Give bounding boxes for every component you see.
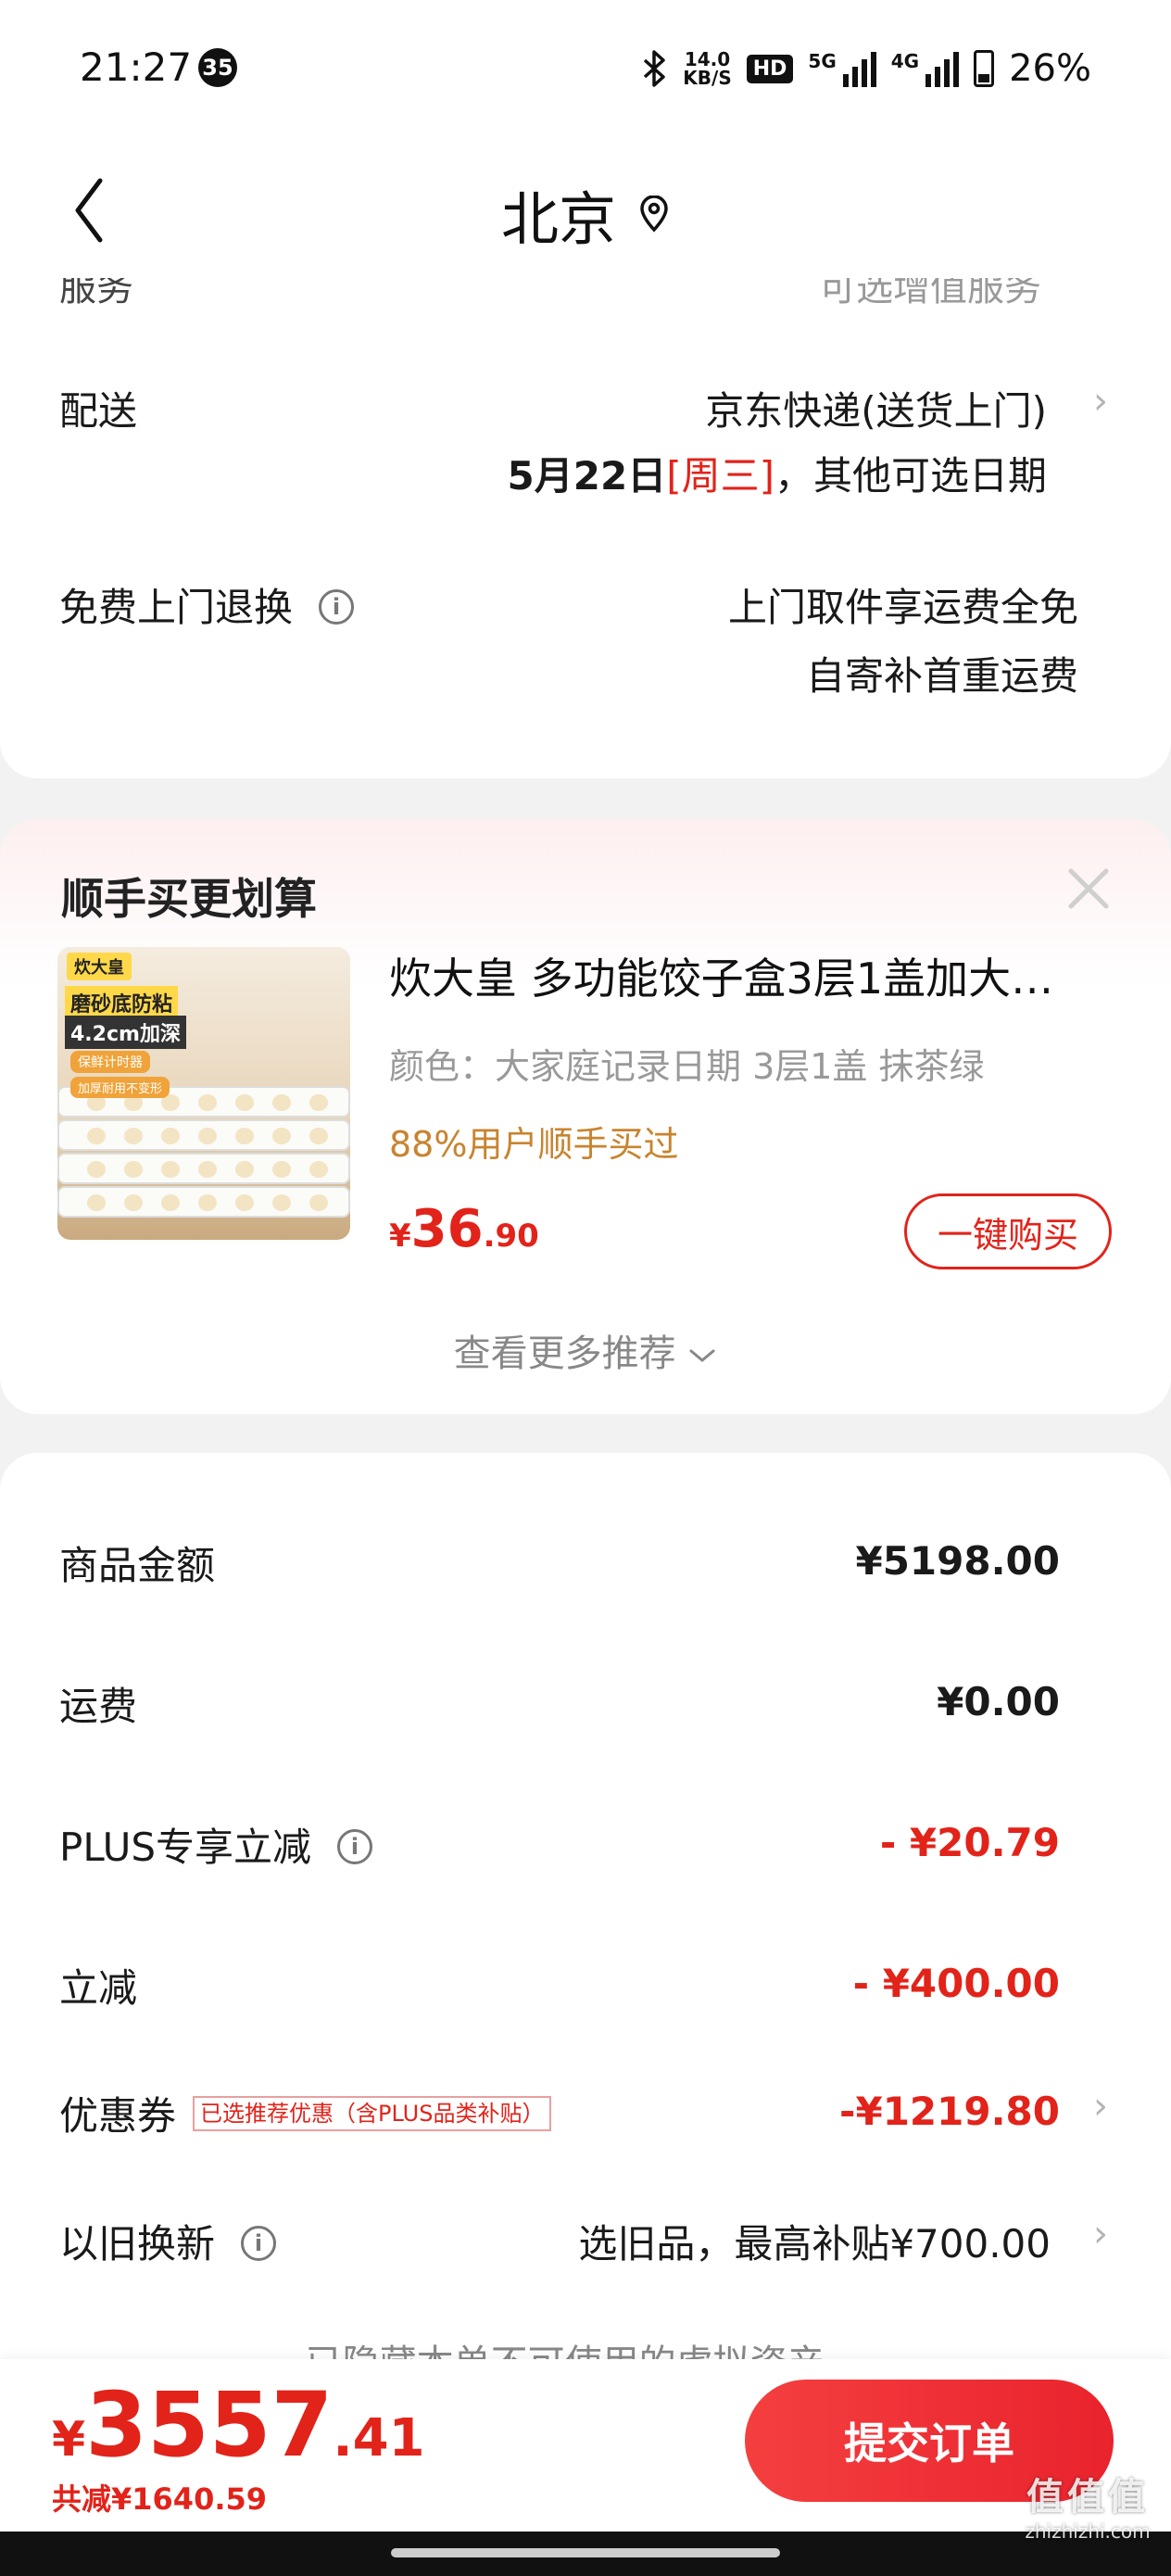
tradein-row: 以旧换新 i <box>59 2213 277 2269</box>
chevron-down-icon <box>689 1349 715 1362</box>
service-row-cut: 服务 可选增值服务 <box>59 278 1041 309</box>
one-click-buy-button[interactable]: 一键购买 <box>904 1193 1112 1269</box>
tradein-label: 以旧换新 <box>59 2221 216 2267</box>
instant-discount-label: 立减 <box>59 1965 138 2011</box>
goods-amount-label: 商品金额 <box>59 1543 216 1588</box>
return-label: 免费上门退换 <box>59 585 294 630</box>
shipping-weekday: [周三] <box>666 453 774 499</box>
more-recommend-link[interactable]: 查看更多推荐 <box>0 1323 1171 1377</box>
net-speed: 14.0 KB/S <box>683 48 732 89</box>
status-bar: 21:27 35 14.0 KB/S HD 5G 4G 26% <box>0 0 1171 139</box>
watermark-logo: 值值值 <box>1026 2476 1149 2519</box>
info-icon[interactable]: i <box>337 1828 373 1864</box>
watermark: 值值值 zhizhizhi.com <box>1014 2467 1162 2543</box>
tradein-value[interactable]: 选旧品，最高补贴¥700.00 <box>578 2213 1051 2269</box>
goods-amount-value: ¥5198.00 <box>855 1538 1060 1584</box>
notification-badge: 35 <box>198 48 237 87</box>
price-card: 商品金额 ¥5198.00 运费 ¥0.00 PLUS专享立减 i - ¥20.7… <box>0 1453 1171 2385</box>
image-text-1: 磨砂底防粘 <box>65 986 179 1019</box>
return-label-row: 免费上门退换 i <box>59 576 355 633</box>
coupon-label: 优惠券 <box>59 2093 177 2139</box>
return-line2: 自寄补首重运费 <box>805 653 1078 699</box>
total-price: ¥3557.41 <box>52 2373 425 2477</box>
recommend-title: 顺手买更划算 <box>61 874 317 924</box>
freight-label: 运费 <box>59 1684 138 1729</box>
signal-4g-icon: 4G <box>891 50 960 87</box>
checkout-bar: ¥3557.41 共减¥1640.59 提交订单 <box>0 2359 1171 2532</box>
signal-5g-icon: 5G <box>808 50 876 87</box>
status-icons: 14.0 KB/S HD 5G 4G 26% <box>642 41 1091 96</box>
image-text-2: 4.2cm加深 <box>65 1016 186 1049</box>
shipping-label: 配送 <box>59 388 138 434</box>
system-nav-bar <box>0 2532 1171 2576</box>
coupon-tag: 已选推荐优惠（含PLUS品类补贴） <box>193 2095 552 2131</box>
product-hint: 88%用户顺手买过 <box>389 1124 679 1165</box>
tradein-chevron-icon[interactable]: › <box>1093 2213 1108 2255</box>
home-handle[interactable] <box>391 2548 780 2557</box>
coupon-chevron-icon[interactable]: › <box>1093 2085 1108 2128</box>
product-image[interactable]: 炊大皇 磨砂底防粘 4.2cm加深 保鲜计时器 加厚耐用不变形 <box>57 947 350 1240</box>
bluetooth-icon <box>644 50 666 87</box>
battery-icon <box>974 50 995 87</box>
shipping-method[interactable]: 京东快递(送货上门) <box>705 380 1047 436</box>
image-brand: 炊大皇 <box>67 953 132 980</box>
image-text-3: 保鲜计时器 <box>70 1051 150 1073</box>
plus-discount-row: PLUS专享立减 i <box>59 1816 373 1873</box>
return-line1: 上门取件享运费全免 <box>727 585 1078 630</box>
plus-discount-value: - ¥20.79 <box>879 1820 1060 1865</box>
shipping-more: ，其他可选日期 <box>774 453 1047 499</box>
status-time: 21:27 <box>80 44 193 90</box>
total-saved: 共减¥1640.59 <box>52 2481 268 2517</box>
shipping-date: 5月22日 <box>507 453 667 499</box>
delivery-card: 服务 可选增值服务 配送 京东快递(送货上门) 5月22日[周三]，其他可选日期… <box>0 278 1171 778</box>
page-title: 北京 <box>500 185 616 253</box>
coupon-value[interactable]: -¥1219.80 <box>839 2089 1060 2134</box>
location-pin-icon <box>640 196 668 233</box>
product-name[interactable]: 炊大皇 多功能饺子盒3层1盖加大… <box>389 945 1093 1006</box>
product-spec: 颜色：大家庭记录日期 3层1盖 抹茶绿 <box>389 1046 985 1087</box>
hd-icon: HD <box>746 54 794 83</box>
image-text-4: 加厚耐用不变形 <box>70 1077 170 1098</box>
instant-discount-value: - ¥400.00 <box>852 1961 1060 2006</box>
watermark-url: zhizhizhi.com <box>1025 2520 1151 2543</box>
close-icon[interactable] <box>1065 865 1112 912</box>
info-icon[interactable]: i <box>319 588 355 625</box>
battery-level: 26% <box>1009 47 1091 90</box>
page-header: 北京 <box>0 139 1171 278</box>
title-wrap[interactable]: 北京 <box>0 172 1171 256</box>
freight-value: ¥0.00 <box>937 1679 1060 1724</box>
shipping-chevron-icon[interactable]: › <box>1093 380 1108 423</box>
info-icon[interactable]: i <box>241 2225 277 2261</box>
product-price: ¥36.90 <box>389 1199 539 1259</box>
plus-discount-label: PLUS专享立减 <box>59 1825 312 1870</box>
shipping-date-line[interactable]: 5月22日[周三]，其他可选日期 <box>508 445 1047 501</box>
recommend-card: 顺手买更划算 炊大皇 磨砂底防粘 4.2cm加深 保鲜计时器 加厚耐用不变形 炊… <box>0 819 1171 1414</box>
coupon-row[interactable]: 优惠券 已选推荐优惠（含PLUS品类补贴） <box>59 2085 552 2141</box>
